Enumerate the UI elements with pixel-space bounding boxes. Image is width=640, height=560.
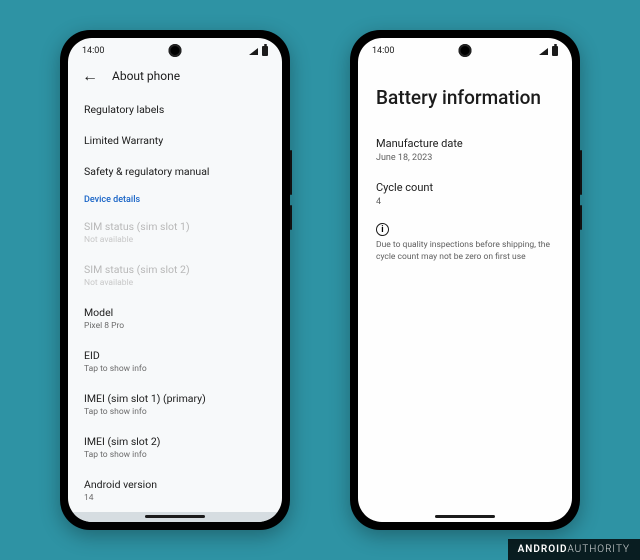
battery-info-content: Battery information Manufacture date Jun… xyxy=(358,64,572,522)
row-cycle-count[interactable]: Cycle count 4 xyxy=(358,173,572,217)
power-button xyxy=(290,205,292,230)
section-device-details: Device details xyxy=(68,187,282,211)
phone-right: 14:00 Battery information Manufacture da… xyxy=(350,30,580,530)
home-indicator[interactable] xyxy=(145,515,205,518)
camera-cutout xyxy=(169,44,182,57)
volume-button xyxy=(290,150,292,195)
about-phone-list[interactable]: Regulatory labels Limited Warranty Safet… xyxy=(68,94,282,522)
watermark: ANDROIDAUTHORITY xyxy=(508,539,640,560)
signal-icon xyxy=(249,48,258,55)
info-icon: i xyxy=(376,223,389,236)
status-time: 14:00 xyxy=(82,46,104,56)
battery-icon xyxy=(552,46,558,56)
row-android-version[interactable]: Android version 14 xyxy=(68,469,282,512)
page-title: Battery information xyxy=(358,64,572,129)
row-eid[interactable]: EID Tap to show info xyxy=(68,340,282,383)
row-sim-status-2: SIM status (sim slot 2) Not available xyxy=(68,254,282,297)
row-model[interactable]: Model Pixel 8 Pro xyxy=(68,297,282,340)
status-time: 14:00 xyxy=(372,46,394,56)
app-bar: ← About phone xyxy=(68,64,282,94)
row-imei-1[interactable]: IMEI (sim slot 1) (primary) Tap to show … xyxy=(68,383,282,426)
cycle-count-note: Due to quality inspections before shippi… xyxy=(358,240,572,264)
row-regulatory-labels[interactable]: Regulatory labels xyxy=(68,94,282,125)
camera-cutout xyxy=(459,44,472,57)
row-manufacture-date[interactable]: Manufacture date June 18, 2023 xyxy=(358,129,572,173)
back-arrow-icon[interactable]: ← xyxy=(82,68,98,84)
appbar-title: About phone xyxy=(112,69,180,83)
signal-icon xyxy=(539,48,548,55)
row-limited-warranty[interactable]: Limited Warranty xyxy=(68,125,282,156)
home-indicator[interactable] xyxy=(435,515,495,518)
power-button xyxy=(580,205,582,230)
phone-left: 14:00 ← About phone Regulatory labels Li… xyxy=(60,30,290,530)
battery-icon xyxy=(262,46,268,56)
row-sim-status-1: SIM status (sim slot 1) Not available xyxy=(68,211,282,254)
volume-button xyxy=(580,150,582,195)
row-imei-2[interactable]: IMEI (sim slot 2) Tap to show info xyxy=(68,426,282,469)
row-safety-manual[interactable]: Safety & regulatory manual xyxy=(68,156,282,187)
